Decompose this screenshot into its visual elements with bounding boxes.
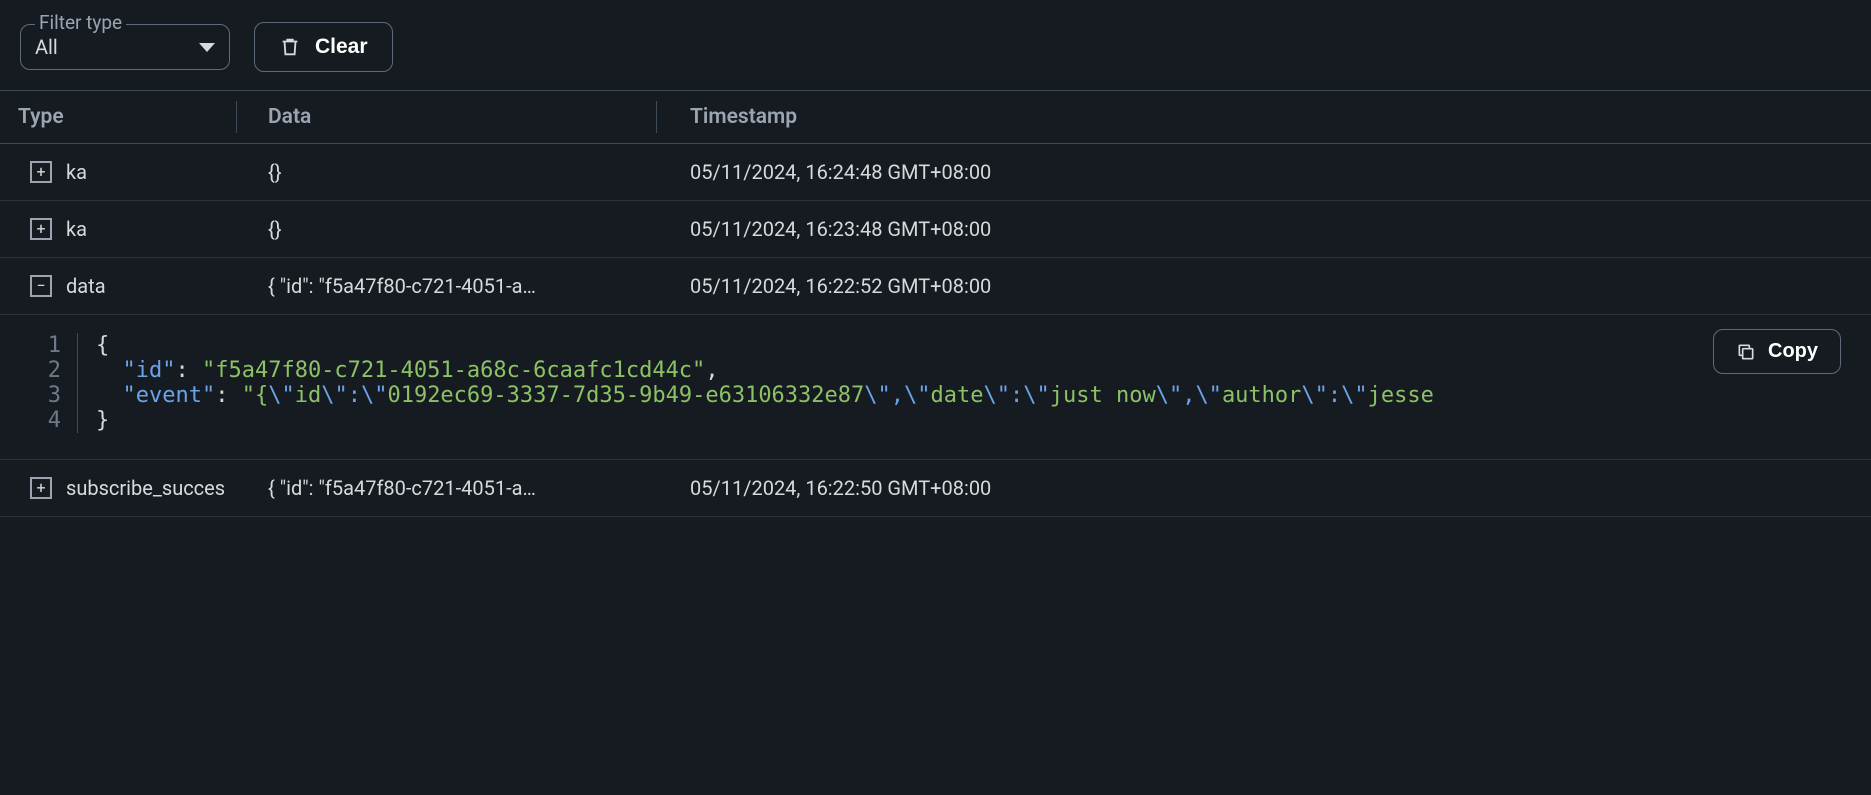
code-token: \":\" (321, 383, 387, 408)
expanded-payload: Copy 1 { 2 "id": "f5a47f80-c721-4051-a68… (0, 315, 1871, 460)
code-token: jesse (1368, 383, 1434, 408)
expand-icon[interactable]: + (30, 218, 52, 240)
toolbar: Filter type All Clear (0, 0, 1871, 90)
line-number: 3 (0, 383, 78, 408)
row-type: ka (66, 160, 87, 184)
table-row: − data { "id": "f5a47f80-c721-4051-a… 05… (0, 258, 1871, 315)
line-number: 2 (0, 358, 78, 383)
code-token: } (96, 408, 109, 433)
column-header-timestamp[interactable]: Timestamp (656, 105, 1871, 129)
row-type: data (66, 274, 106, 298)
filter-type-label: Filter type (35, 11, 126, 34)
expand-icon[interactable]: + (30, 477, 52, 499)
code-token: author (1222, 383, 1301, 408)
line-number: 4 (0, 408, 78, 433)
code-token: "{ (242, 383, 269, 408)
table-row: + subscribe_succes { "id": "f5a47f80-c72… (0, 460, 1871, 517)
code-token: \":\" (984, 383, 1050, 408)
code-token: \":\" (1301, 383, 1367, 408)
code-token: \" (268, 383, 295, 408)
row-timestamp: 05/11/2024, 16:22:52 GMT+08:00 (656, 274, 1871, 298)
code-token: \",\" (1156, 383, 1222, 408)
column-header-data[interactable]: Data (236, 105, 656, 129)
row-data: { "id": "f5a47f80-c721-4051-a… (236, 274, 656, 298)
row-type: ka (66, 217, 87, 241)
filter-type-select[interactable]: Filter type All (20, 24, 230, 70)
code-token: date (931, 383, 984, 408)
code-token: \",\" (864, 383, 930, 408)
code-token: { (96, 333, 109, 358)
table-row: + ka {} 05/11/2024, 16:23:48 GMT+08:00 (0, 201, 1871, 258)
copy-icon (1736, 341, 1756, 363)
row-data: { "id": "f5a47f80-c721-4051-a… (236, 476, 656, 500)
code-token: id (295, 383, 322, 408)
chevron-down-icon (199, 43, 215, 52)
trash-icon (279, 35, 301, 59)
table-row: + ka {} 05/11/2024, 16:24:48 GMT+08:00 (0, 144, 1871, 201)
table-header: Type Data Timestamp (0, 90, 1871, 144)
row-timestamp: 05/11/2024, 16:23:48 GMT+08:00 (656, 217, 1871, 241)
row-data: {} (236, 160, 656, 184)
line-number: 1 (0, 333, 78, 358)
column-header-type[interactable]: Type (0, 105, 236, 129)
expand-icon[interactable]: + (30, 161, 52, 183)
copy-button-label: Copy (1768, 340, 1818, 363)
clear-button-label: Clear (315, 35, 368, 59)
row-timestamp: 05/11/2024, 16:22:50 GMT+08:00 (656, 476, 1871, 500)
code-token: "id" (123, 358, 176, 383)
row-type: subscribe_succes (66, 476, 225, 500)
code-token: "f5a47f80-c721-4051-a68c-6caafc1cd44c" (202, 358, 705, 383)
code-token: "event" (123, 383, 216, 408)
row-data: {} (236, 217, 656, 241)
collapse-icon[interactable]: − (30, 275, 52, 297)
code-token: just now (1050, 383, 1156, 408)
row-timestamp: 05/11/2024, 16:24:48 GMT+08:00 (656, 160, 1871, 184)
clear-button[interactable]: Clear (254, 22, 393, 72)
filter-type-value: All (35, 35, 58, 59)
copy-button[interactable]: Copy (1713, 329, 1841, 374)
code-token: 0192ec69-3337-7d35-9b49-e63106332e87 (387, 383, 864, 408)
